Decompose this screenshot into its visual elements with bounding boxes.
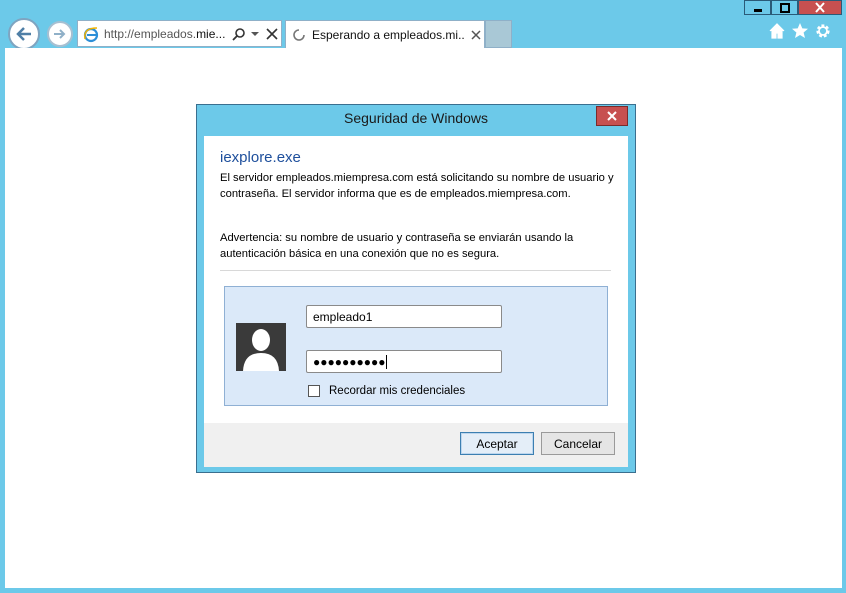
maximize-button[interactable]	[771, 0, 798, 15]
password-field[interactable]: ●●●●●●●●●●	[306, 350, 502, 373]
remember-credentials[interactable]: Recordar mis credenciales	[308, 385, 465, 397]
dialog-message: El servidor empleados.miempresa.com está…	[220, 172, 614, 200]
username-field[interactable]: empleado1	[306, 305, 502, 328]
remember-label: Recordar mis credenciales	[329, 385, 466, 397]
dialog-close-button[interactable]	[596, 106, 628, 126]
address-bar[interactable]: http://empleados.mie...	[77, 20, 282, 47]
dialog-title: Seguridad de Windows	[344, 110, 488, 126]
accept-button[interactable]: Aceptar	[460, 432, 534, 455]
dialog-heading: iexplore.exe	[220, 149, 301, 166]
dialog-warning: Advertencia: su nombre de usuario y cont…	[220, 232, 574, 260]
dialog-body: iexplore.exe El servidor empleados.miemp…	[204, 136, 628, 423]
text-caret	[386, 354, 388, 369]
ie-logo-icon	[83, 26, 99, 42]
toolbar-icons	[768, 22, 832, 40]
dropdown-icon[interactable]	[250, 29, 260, 39]
tab-close-icon[interactable]	[470, 29, 482, 41]
dialog-footer: Aceptar Cancelar	[204, 423, 628, 467]
home-icon[interactable]	[768, 22, 786, 40]
new-tab-button[interactable]	[485, 20, 512, 48]
loading-icon	[293, 28, 305, 41]
close-icon	[815, 2, 825, 13]
credentials-panel: empleado1 ●●●●●●●●●● Recordar mis creden…	[224, 286, 608, 406]
cancel-button[interactable]: Cancelar	[541, 432, 615, 455]
forward-button[interactable]	[47, 21, 73, 47]
back-button[interactable]	[8, 18, 40, 50]
stop-icon[interactable]	[266, 27, 278, 40]
tab-loading[interactable]: Esperando a empleados.mi...	[285, 20, 485, 48]
back-icon	[16, 27, 31, 41]
separator	[220, 270, 611, 271]
close-icon	[607, 111, 617, 121]
forward-icon	[54, 29, 66, 39]
remember-checkbox[interactable]	[308, 385, 320, 397]
username-value: empleado1	[313, 309, 373, 324]
address-url[interactable]: http://empleados.mie...	[104, 27, 226, 41]
tab-title: Esperando a empleados.mi...	[312, 27, 464, 42]
minimize-icon	[753, 8, 762, 12]
windows-security-dialog: Seguridad de Windows iexplore.exe El ser…	[196, 104, 636, 473]
search-icon[interactable]	[232, 27, 246, 41]
password-value: ●●●●●●●●●●	[313, 354, 386, 369]
settings-gear-icon[interactable]	[814, 22, 832, 40]
minimize-button[interactable]	[744, 0, 771, 15]
window-close-button[interactable]	[798, 0, 842, 15]
maximize-icon	[779, 2, 790, 13]
favorites-star-icon[interactable]	[791, 22, 809, 40]
user-avatar-icon	[236, 323, 286, 371]
